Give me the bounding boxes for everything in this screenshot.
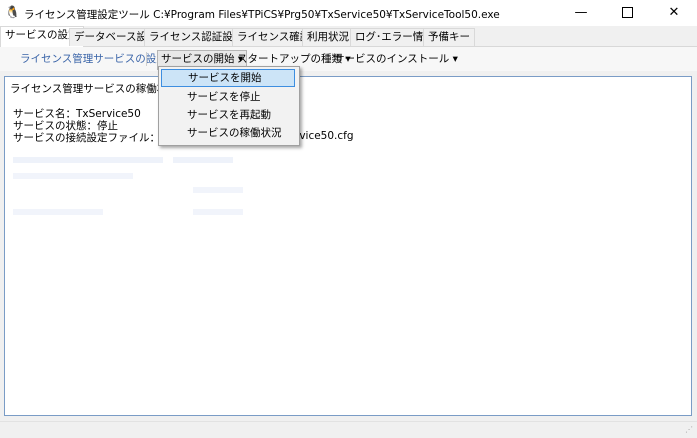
minimize-button[interactable]: — <box>558 0 604 26</box>
tab-bar: サービスの設定 データベース設定 ライセンス認証設定 ライセンス確認 利用状況 … <box>0 26 697 47</box>
config-file-text-end: rvice50.cfg <box>295 130 354 142</box>
startup-type-label: スタートアップの種類 <box>237 53 342 65</box>
tab-spare-key[interactable]: 予備キー <box>423 28 475 46</box>
start-service-dropdown-menu: サービスを開始 サービスを停止 サービスを再起動 サービスの稼働状況 <box>158 66 300 146</box>
maximize-button[interactable] <box>604 0 650 26</box>
start-service-label: サービスの開始 <box>161 53 235 65</box>
close-icon: ✕ <box>668 5 680 20</box>
menu-item-start-service[interactable]: サービスを開始 <box>161 69 295 87</box>
install-service-label: サービスのインストール <box>334 53 450 65</box>
menu-item-restart-service[interactable]: サービスを再起動 <box>161 106 295 124</box>
maximize-icon <box>621 7 633 18</box>
window-title: ライセンス管理設定ツール C:¥Program Files¥TPiCS¥Prg5… <box>24 9 500 21</box>
status-bar: ⋰ <box>0 421 697 438</box>
resize-grip-icon[interactable]: ⋰ <box>685 425 695 435</box>
penguin-app-icon: 🐧 <box>5 5 20 19</box>
menu-item-stop-service[interactable]: サービスを停止 <box>161 88 295 106</box>
faded-background-artifact <box>13 157 313 217</box>
toolbar-separator <box>146 52 147 66</box>
close-button[interactable]: ✕ <box>651 0 697 26</box>
install-service-menu-button[interactable]: サービスのインストール ▾ <box>331 50 461 68</box>
toolbar: ライセンス管理サービスの設定 サービスの開始 ▾ スタートアップの種類 ▾ サー… <box>0 47 697 71</box>
menu-item-service-status[interactable]: サービスの稼働状況 <box>161 124 295 142</box>
minimize-icon: — <box>574 5 588 20</box>
chevron-down-icon: ▾ <box>452 53 458 65</box>
title-bar: 🐧 ライセンス管理設定ツール C:¥Program Files¥TPiCS¥Pr… <box>0 0 697 26</box>
panel-heading: ライセンス管理サービスの稼働状況 <box>10 83 178 95</box>
tab-usage-status[interactable]: 利用状況 <box>302 28 354 46</box>
service-status-panel: ライセンス管理サービスの稼働状況 サービス名：TxService50 サービスの… <box>4 76 692 416</box>
